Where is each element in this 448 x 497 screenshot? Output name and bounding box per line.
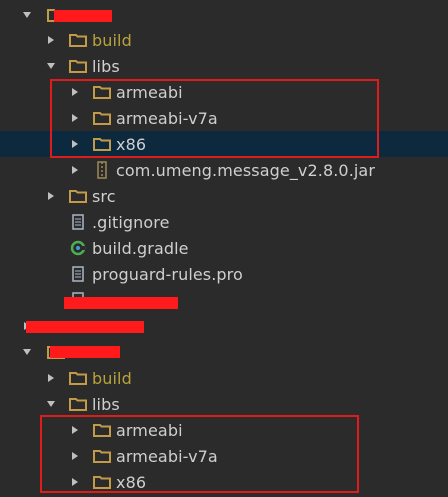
tree-label-proguard: proguard-rules.pro (92, 264, 243, 284)
highlight-box-libs-2 (40, 415, 359, 493)
redaction-bar (50, 346, 120, 358)
file-icon (68, 266, 88, 282)
tree-label-jar: com.umeng.message_v2.8.0.jar (116, 160, 376, 180)
highlight-box-libs-1 (50, 79, 379, 158)
tree-row-libs-2[interactable]: libs (0, 391, 448, 417)
folder-icon (68, 370, 88, 386)
triangle-right-icon[interactable] (44, 189, 58, 203)
triangle-right-icon[interactable] (44, 371, 58, 385)
folder-icon (68, 188, 88, 204)
tree-label-libs: libs (92, 394, 120, 414)
tree-label-src: src (92, 186, 116, 206)
tree-row-src[interactable]: src (0, 183, 448, 209)
tree-row-proguard[interactable]: proguard-rules.pro (0, 261, 448, 287)
folder-icon (68, 58, 88, 74)
redaction-bar (54, 10, 112, 22)
triangle-down-icon[interactable] (44, 397, 58, 411)
folder-icon (68, 396, 88, 412)
triangle-down-icon[interactable] (44, 59, 58, 73)
tree-label-build: build (92, 30, 132, 50)
tree-row-jar[interactable]: com.umeng.message_v2.8.0.jar (0, 157, 448, 183)
tree-label-build: build (92, 368, 132, 388)
file-icon (68, 214, 88, 230)
triangle-down-icon[interactable] (20, 8, 34, 22)
tree-label-libs: libs (92, 56, 120, 76)
redaction-bar (26, 321, 144, 333)
tree-row-build[interactable]: build (0, 27, 448, 53)
redaction-bar (64, 297, 178, 309)
tree-row-libs[interactable]: libs (0, 53, 448, 79)
triangle-right-icon[interactable] (68, 163, 82, 177)
gradle-icon (68, 240, 88, 256)
tree-label-gitignore: .gitignore (92, 212, 170, 232)
folder-icon (68, 32, 88, 48)
jar-icon (92, 161, 112, 179)
triangle-down-icon[interactable] (20, 345, 34, 359)
tree-row-gitignore[interactable]: .gitignore (0, 209, 448, 235)
tree-row-build-gradle[interactable]: build.gradle (0, 235, 448, 261)
tree-label-build-gradle: build.gradle (92, 238, 189, 258)
tree-row-build-2[interactable]: build (0, 365, 448, 391)
triangle-right-icon[interactable] (44, 33, 58, 47)
